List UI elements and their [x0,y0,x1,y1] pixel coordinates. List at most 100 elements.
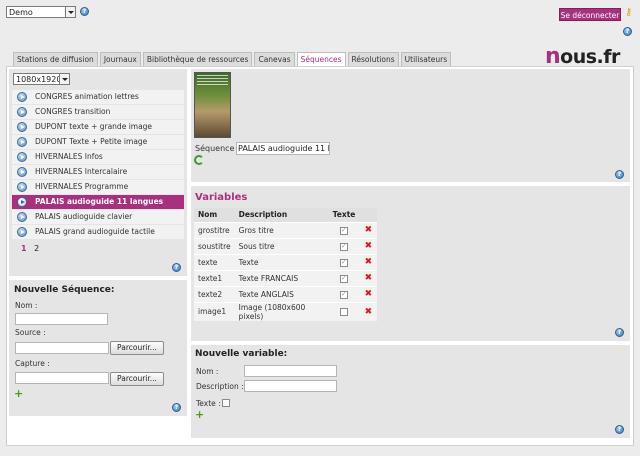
logout-button[interactable]: Se déconnecter [559,8,621,21]
sequence-list-item[interactable]: CONGRES transition [12,105,184,119]
capture-browse-button[interactable]: Parcourir... [110,372,164,386]
variable-texte-cell [328,285,360,302]
arrow-right-icon[interactable] [17,137,27,147]
page-link[interactable]: 2 [34,244,39,253]
tab-stations[interactable]: Stations de diffusion [13,52,98,66]
source-label: Source : [15,328,46,337]
tab-journaux[interactable]: Journaux [99,52,141,66]
variable-texte-cell [328,221,360,238]
variables-table: Nom Description Texte grostitre Gros titr… [194,208,378,321]
column-header-actions [359,208,378,222]
arrow-right-icon[interactable] [17,212,27,222]
variable-actions-cell: ✖ [359,221,378,238]
sequence-name-input[interactable] [15,313,108,325]
add-sequence-icon[interactable]: + [14,388,23,399]
sequence-list-item-label: DUPONT Texte + Petite image [35,137,148,146]
sequence-list-item[interactable]: HIVERNALES Programme [12,180,184,194]
sequence-name-label: Nom : [15,301,38,310]
delete-icon[interactable]: ✖ [365,258,373,267]
key-icon[interactable]: ⚷ [625,8,635,18]
tab-bibliotheque[interactable]: Bibliothèque de ressources [142,52,253,66]
arrow-right-icon[interactable] [17,152,27,162]
sequence-list-item[interactable]: HIVERNALES Infos [12,150,184,164]
tab-utilisateurs[interactable]: Utilisateurs [400,52,452,66]
account-select[interactable]: Demo [6,6,76,18]
help-icon[interactable]: ? [172,263,181,272]
arrow-right-icon[interactable] [17,182,27,192]
sequence-list-item[interactable]: CONGRES animation lettres [12,90,184,104]
tab-resolutions[interactable]: Résolutions [347,52,399,66]
sequence-list-item-label: HIVERNALES Programme [35,182,129,191]
tab-canevas[interactable]: Canevas [254,52,295,66]
source-file-input[interactable] [15,342,109,354]
sequence-list-item[interactable]: DUPONT texte + grande image [12,120,184,134]
delete-icon[interactable]: ✖ [365,242,373,251]
variable-texte-checkbox[interactable] [340,242,349,251]
refresh-icon[interactable] [194,155,204,165]
sequence-list-item[interactable]: DUPONT Texte + Petite image [12,135,184,149]
variable-texte-checkbox[interactable] [340,226,349,235]
help-icon[interactable]: ? [80,7,89,16]
variable-name-cell: texte1 [194,269,235,286]
variable-description-input[interactable] [244,380,337,392]
delete-icon[interactable]: ✖ [365,307,373,317]
variable-description-cell: Texte ANGLAIS [234,285,329,302]
variable-description-cell: Texte [234,253,329,270]
delete-icon[interactable]: ✖ [365,290,373,299]
variable-description-cell: Texte FRANCAIS [234,269,329,286]
arrow-right-icon[interactable] [17,122,27,132]
help-icon[interactable]: ? [615,328,624,337]
delete-icon[interactable]: ✖ [365,226,373,235]
sequence-list-item[interactable]: PALAIS grand audioguide tactile [12,225,184,239]
resolution-select[interactable]: 1080x1920 [13,73,70,85]
variable-name-cell: texte2 [194,285,235,302]
chevron-down-icon [59,74,69,84]
arrow-right-icon[interactable] [17,227,27,237]
variable-description-label: Description : [196,382,244,391]
arrow-right-icon[interactable] [17,107,27,117]
table-row: grostitreGros titre ✖ [194,221,378,238]
arrow-right-icon[interactable] [17,92,27,102]
help-icon[interactable]: ? [615,170,624,179]
page-link-current[interactable]: 1 [21,244,27,253]
sequence-list-item[interactable]: PALAIS audioguide clavier [12,210,184,224]
variable-name-cell: texte [194,253,235,270]
variable-name-input[interactable] [244,365,337,377]
capture-file-input[interactable] [15,372,109,384]
table-row: texte1Texte FRANCAIS ✖ [194,269,378,286]
variable-description-cell: Sous titre [234,237,329,254]
variable-texte-checkbox[interactable] [340,258,349,267]
source-browse-button[interactable]: Parcourir... [110,341,164,355]
arrow-right-icon[interactable] [17,197,27,207]
variable-texte-checkbox[interactable] [222,398,230,407]
sequence-name-field[interactable]: PALAIS audioguide 11 la [236,142,330,155]
variable-description-cell: Gros titre [234,221,329,238]
sequence-list-item[interactable]: HIVERNALES Intercalaire [12,165,184,179]
variable-texte-checkbox[interactable] [340,290,349,299]
variable-texte-checkbox[interactable] [340,274,349,283]
sequence-list-item[interactable]: PALAIS audioguide 11 langues [12,195,184,209]
help-icon[interactable]: ? [172,403,181,412]
variable-name-label: Nom : [196,367,219,376]
sequence-thumbnail [194,72,231,138]
help-icon[interactable]: ? [615,425,624,434]
main-tabs: Stations de diffusion Journaux Bibliothè… [13,52,453,67]
column-header-description: Description [234,208,329,222]
variable-texte-label: Texte : [196,399,221,408]
chevron-down-icon [65,7,75,17]
variable-texte-cell [328,253,360,270]
variable-actions-cell: ✖ [359,285,378,302]
add-variable-icon[interactable]: + [195,409,204,420]
help-icon[interactable]: ? [623,27,632,36]
column-header-texte: Texte [328,208,360,222]
tab-sequences[interactable]: Séquences [296,52,346,67]
table-row: texte2Texte ANGLAIS ✖ [194,285,378,302]
variable-actions-cell: ✖ [359,253,378,270]
new-variable-title: Nouvelle variable: [195,349,288,359]
sequence-name-value: PALAIS audioguide 11 la [238,144,330,153]
arrow-right-icon[interactable] [17,167,27,177]
variable-actions-cell: ✖ [359,237,378,254]
variable-texte-checkbox[interactable] [340,308,349,316]
table-row: soustitreSous titre ✖ [194,237,378,254]
delete-icon[interactable]: ✖ [365,274,373,283]
